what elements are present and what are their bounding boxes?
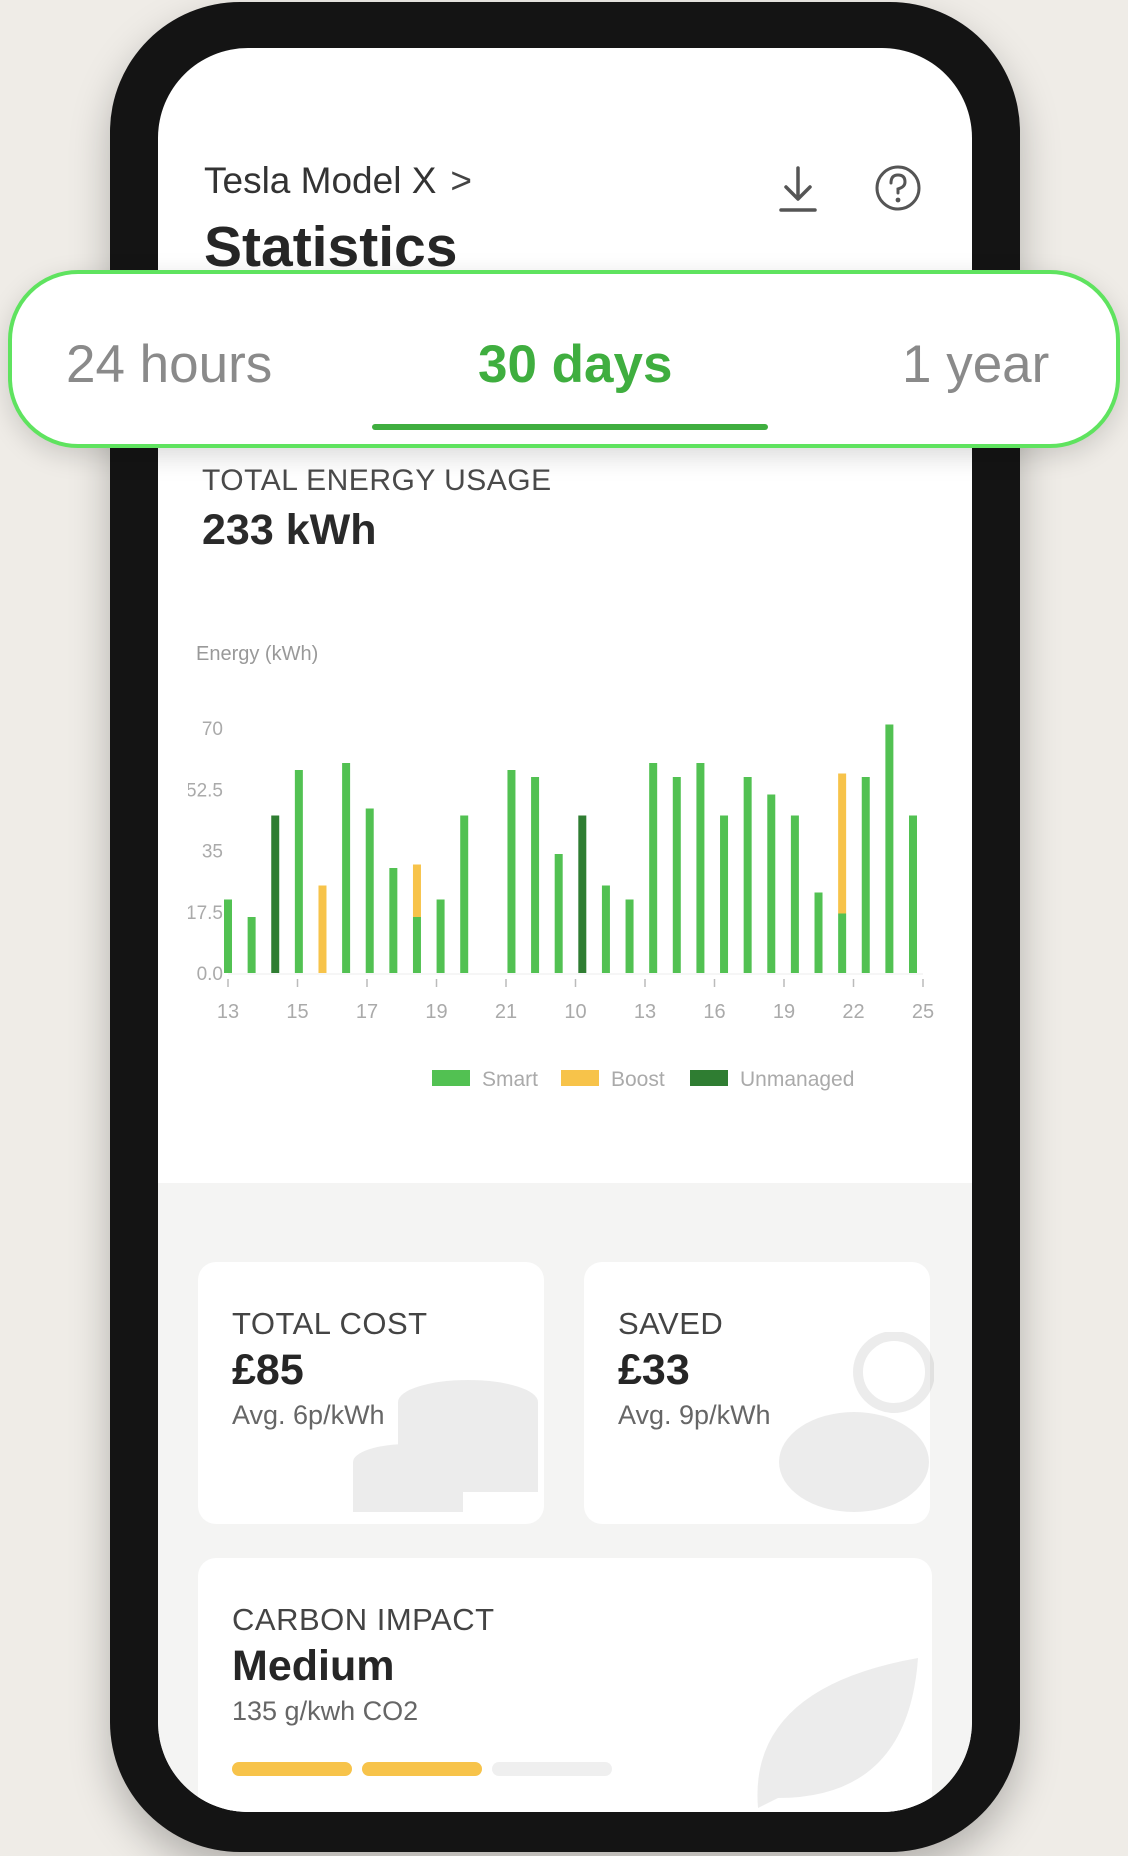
y-axis-label: Energy (kWh) [196, 643, 318, 665]
bar-boost [318, 885, 327, 973]
x-tick-label: 22 [842, 1001, 864, 1023]
bar-smart [294, 770, 303, 973]
saved-label: SAVED [618, 1306, 724, 1341]
bar-boost [412, 864, 421, 917]
bar-smart [412, 917, 421, 973]
x-tick-label: 15 [286, 1001, 308, 1023]
x-tick-label: 10 [564, 1001, 586, 1023]
energy-usage-label: TOTAL ENERGY USAGE [202, 464, 552, 497]
energy-usage-value: 233 kWh [202, 506, 377, 554]
bar-smart [790, 815, 799, 973]
legend-label-boost: Boost [611, 1068, 665, 1091]
help-icon[interactable] [868, 158, 928, 218]
bar-smart [342, 763, 351, 973]
y-tick-label: 17.5 [188, 903, 223, 924]
y-tick-label: 35 [202, 842, 223, 863]
bar-smart [720, 815, 729, 973]
bar-unmanaged [271, 815, 280, 973]
coins-icon [353, 1380, 538, 1512]
bar-smart [767, 794, 776, 973]
total-cost-card[interactable]: TOTAL COST £85 Avg. 6p/kWh [198, 1262, 544, 1524]
tab-24-hours[interactable]: 24 hours [66, 334, 272, 395]
total-cost-average: Avg. 6p/kWh [232, 1400, 385, 1430]
x-tick-label: 19 [773, 1001, 795, 1023]
x-tick-label: 19 [425, 1001, 447, 1023]
saved-card[interactable]: SAVED £33 Avg. 9p/kWh [584, 1262, 934, 1524]
bar-smart [743, 777, 752, 973]
x-tick-label: 13 [217, 1001, 239, 1023]
x-tick-label: 13 [634, 1001, 656, 1023]
bar-smart [838, 913, 847, 973]
energy-chart-svg: Energy (kWh) 70 52.5 35 17.5 0.0 13 15 17 19 21 10 1… [186, 643, 934, 1091]
bar-smart [649, 763, 658, 973]
vehicle-name: Tesla Model X [204, 160, 437, 201]
piggy-bank-icon [779, 1332, 934, 1512]
selected-tab-indicator [372, 424, 768, 430]
carbon-impact-detail: 135 g/kwh CO2 [232, 1696, 419, 1726]
bar-smart [909, 815, 917, 973]
legend-swatch-unmanaged [690, 1070, 728, 1086]
bar-smart [507, 770, 516, 973]
bar-smart [861, 777, 870, 973]
total-cost-label: TOTAL COST [232, 1306, 428, 1341]
x-tick-label: 17 [356, 1001, 378, 1023]
y-tick-label: 52.5 [188, 780, 223, 801]
bar-smart [224, 899, 232, 973]
energy-chart: Energy (kWh) 70 52.5 35 17.5 0.0 13 15 17 19 21 10 1… [186, 628, 958, 1208]
bar-smart [672, 777, 681, 973]
chevron-right-icon: > [450, 160, 472, 201]
bar-unmanaged [578, 815, 587, 973]
legend-label-smart: Smart [482, 1068, 538, 1091]
bar-smart [460, 815, 469, 973]
period-tab-bar: 24 hours 30 days 1 year [8, 270, 1120, 448]
legend-label-unmanaged: Unmanaged [740, 1068, 854, 1091]
bar-boost [838, 773, 847, 914]
bar-smart [247, 917, 256, 973]
bar-smart [625, 899, 634, 973]
leaf-icon [757, 1658, 918, 1808]
bar-smart [389, 868, 398, 973]
download-icon[interactable] [768, 158, 828, 218]
vehicle-selector[interactable]: Tesla Model X > [204, 160, 472, 202]
bar-smart [554, 854, 563, 973]
bar-smart [601, 885, 610, 973]
bar-smart [436, 899, 445, 973]
carbon-level-segment [492, 1762, 612, 1776]
x-tick-label: 21 [495, 1001, 517, 1023]
carbon-level-segment [232, 1762, 352, 1776]
legend-swatch-boost [561, 1070, 599, 1086]
carbon-impact-label: CARBON IMPACT [232, 1602, 495, 1637]
carbon-impact-card[interactable]: CARBON IMPACT Medium 135 g/kwh CO2 [198, 1558, 932, 1812]
x-tick-label: 25 [912, 1001, 934, 1023]
tab-1-year[interactable]: 1 year [902, 334, 1049, 395]
total-cost-value: £85 [232, 1346, 304, 1394]
bar-smart [696, 763, 705, 973]
carbon-impact-value: Medium [232, 1642, 395, 1690]
y-tick-label: 70 [202, 719, 223, 740]
legend-swatch-smart [432, 1070, 470, 1086]
saved-value: £33 [618, 1346, 690, 1394]
saved-average: Avg. 9p/kWh [618, 1400, 771, 1430]
bar-smart [365, 808, 374, 973]
carbon-level-segment [362, 1762, 482, 1776]
y-tick-label: 0.0 [197, 964, 223, 985]
bar-smart [814, 892, 823, 973]
bar-smart [885, 724, 894, 973]
bar-smart [531, 777, 540, 973]
x-tick-label: 16 [703, 1001, 725, 1023]
tab-30-days[interactable]: 30 days [478, 334, 672, 395]
